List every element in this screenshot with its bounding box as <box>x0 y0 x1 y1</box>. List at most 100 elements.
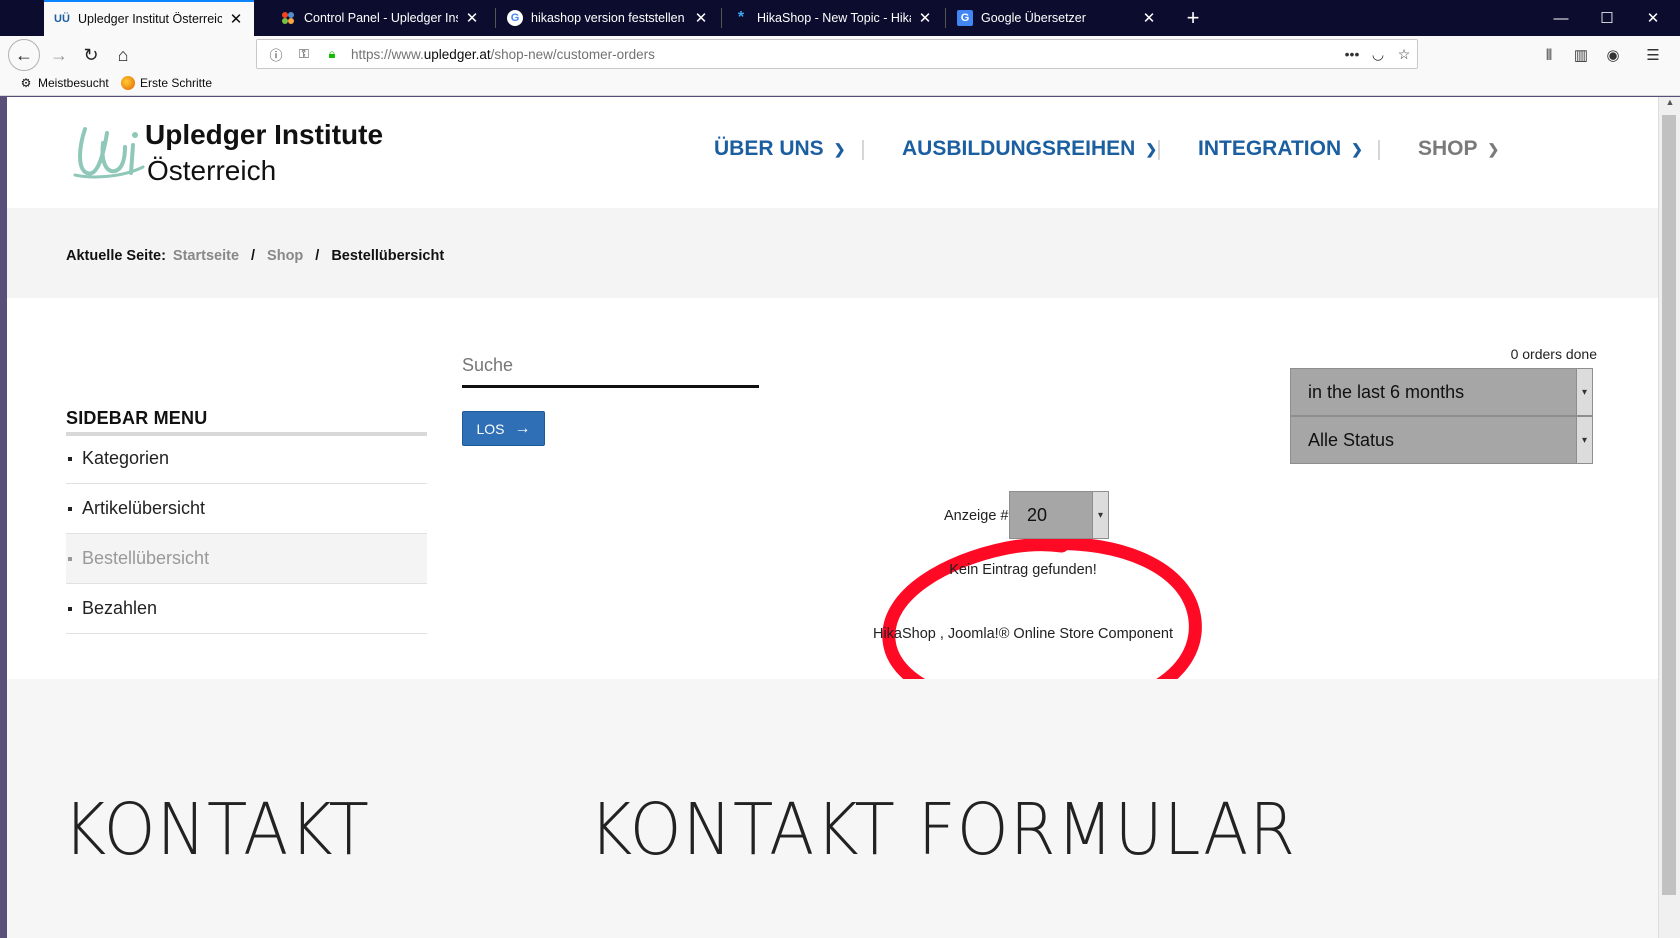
url-path: /shop-new/customer-orders <box>490 46 655 62</box>
search-button-label: LOS <box>476 420 505 437</box>
bookmark-most-visited[interactable]: ⚙ Meistbesucht <box>19 76 109 90</box>
status-filter-value: Alle Status <box>1308 429 1395 450</box>
breadcrumb-separator: / <box>315 248 320 264</box>
arrow-right-icon: → <box>514 419 531 437</box>
bookmark-label: Meistbesucht <box>38 76 109 90</box>
chevron-down-icon[interactable]: ▾ <box>1576 369 1592 415</box>
breadcrumb-link-startseite[interactable]: Startseite <box>173 248 239 264</box>
pocket-icon[interactable]: ◡ <box>1365 46 1391 63</box>
sidebar-item-label: Artikelübersicht <box>82 498 206 518</box>
info-icon[interactable]: ⓘ <box>267 45 285 64</box>
home-icon[interactable]: ⌂ <box>109 41 137 69</box>
sidebar-item-artikeluebersicht[interactable]: Artikelübersicht <box>66 484 427 534</box>
page-scrollbar[interactable]: ▲ <box>1658 97 1680 938</box>
browser-navigation-bar: ← → ↻ ⌂ ⓘ ⚿ 🔒︎ https://www.upledger.at/s… <box>0 36 1680 72</box>
scrollbar-thumb[interactable] <box>1662 115 1676 895</box>
sidebar-item-bezahlen[interactable]: Bezahlen <box>66 584 427 634</box>
close-tab-icon[interactable]: ✕ <box>464 9 480 27</box>
bookmark-star-icon[interactable]: ☆ <box>1391 46 1417 63</box>
maximize-window-icon[interactable]: ☐ <box>1584 0 1630 36</box>
url-domain: upledger.at <box>423 46 491 62</box>
contact-heading: KONTAKT <box>63 787 370 872</box>
browser-tab-control-panel[interactable]: Control Panel - Upledger Institu ✕ <box>270 0 490 36</box>
bookmarks-bar: ⚙ Meistbesucht Erste Schritte <box>0 72 1680 96</box>
contact-form-heading: KONTAKT FORMULAR <box>589 787 1297 872</box>
upledger-logo-icon[interactable] <box>73 117 145 183</box>
nav-item-shop[interactable]: SHOP ❯ <box>1418 137 1499 161</box>
close-tab-icon[interactable]: ✕ <box>693 9 709 27</box>
google-translate-icon: G <box>957 10 973 26</box>
tab-separator <box>945 8 946 28</box>
url-text[interactable]: https://www.upledger.at/shop-new/custome… <box>351 47 1339 62</box>
minimize-window-icon[interactable]: — <box>1538 0 1584 36</box>
sidebar-toggle-icon[interactable]: ▥ <box>1568 42 1594 68</box>
upledger-favicon-icon: UÜ <box>54 13 70 25</box>
close-tab-icon[interactable]: ✕ <box>1141 9 1157 27</box>
nav-item-ausbildungsreihen[interactable]: AUSBILDUNGSREIHEN ❯ <box>902 137 1157 161</box>
nav-divider <box>862 140 864 160</box>
status-filter-select[interactable]: Alle Status ▾ <box>1290 416 1593 464</box>
browser-tab-bar: UÜ Upledger Institut Österreich - B ✕ Co… <box>0 0 1680 36</box>
library-icon[interactable]: ⫴ <box>1536 42 1562 68</box>
sidebar-item-kategorien[interactable]: Kategorien <box>66 434 427 484</box>
scroll-up-icon[interactable]: ▲ <box>1663 97 1677 113</box>
chevron-down-icon[interactable]: ▾ <box>1092 492 1108 538</box>
bullet-icon <box>68 606 72 611</box>
page-actions-icon[interactable]: ••• <box>1339 46 1365 62</box>
tab-title: Google Übersetzer <box>981 11 1086 25</box>
search-input[interactable] <box>462 346 759 388</box>
chevron-down-icon: ❯ <box>1351 140 1363 157</box>
reload-icon[interactable]: ↻ <box>77 41 105 69</box>
hikashop-credit[interactable]: HikaShop , Joomla!® Online Store Compone… <box>827 626 1219 642</box>
joomla-icon <box>280 10 296 26</box>
menu-hamburger-icon[interactable]: ☰ <box>1640 42 1666 68</box>
search-submit-button[interactable]: LOS → <box>462 411 545 446</box>
nav-label: AUSBILDUNGSREIHEN <box>902 137 1136 160</box>
breadcrumb-label: Aktuelle Seite: <box>66 248 166 264</box>
tab-separator <box>721 8 722 28</box>
tab-title: Control Panel - Upledger Institu <box>304 11 458 25</box>
sidebar-title: SIDEBAR MENU <box>66 408 208 428</box>
close-window-icon[interactable]: ✕ <box>1630 0 1676 36</box>
site-logo-title[interactable]: Upledger Institute <box>145 119 383 151</box>
bookmark-getting-started[interactable]: Erste Schritte <box>121 76 212 90</box>
bullet-icon <box>68 456 72 461</box>
account-icon[interactable]: ◉ <box>1600 42 1626 68</box>
lock-icon[interactable]: 🔒︎ <box>323 46 341 62</box>
google-icon: G <box>507 10 523 26</box>
forward-arrow-icon[interactable]: → <box>45 41 73 69</box>
site-logo-subtitle[interactable]: Österreich <box>147 155 276 187</box>
key-icon[interactable]: ⚿ <box>295 46 313 62</box>
url-bar[interactable]: ⓘ ⚿ 🔒︎ https://www.upledger.at/shop-new/… <box>256 39 1418 69</box>
tab-separator <box>495 8 496 28</box>
hikashop-star-icon: * <box>737 9 745 26</box>
new-tab-plus-icon[interactable]: + <box>1176 0 1210 36</box>
breadcrumb-separator: / <box>251 248 256 264</box>
nav-divider <box>1378 140 1380 160</box>
chevron-down-icon: ❯ <box>1487 140 1500 157</box>
close-tab-icon[interactable]: ✕ <box>228 10 244 28</box>
sidebar-item-bestelluebersicht[interactable]: Bestellübersicht <box>66 534 427 584</box>
nav-divider <box>1158 140 1160 160</box>
gear-icon: ⚙ <box>20 76 32 90</box>
bullet-icon <box>68 506 72 511</box>
display-count-select[interactable]: 20 ▾ <box>1009 491 1109 539</box>
site-header: Upledger Institute Österreich ÜBER UNS ❯ … <box>7 97 1658 208</box>
chevron-down-icon[interactable]: ▾ <box>1576 417 1592 463</box>
browser-tab-hikashop-forum[interactable]: * HikaShop - New Topic - HikaSh ✕ <box>723 0 943 36</box>
tab-title: hikashop version feststellen - G <box>531 11 687 25</box>
tab-title: Upledger Institut Österreich - B <box>78 12 222 26</box>
empty-result-message: Kein Eintrag gefunden! <box>949 562 1097 578</box>
browser-tab-upledger[interactable]: UÜ Upledger Institut Österreich - B ✕ <box>44 0 254 36</box>
page-viewport: Upledger Institute Österreich ÜBER UNS ❯ … <box>7 97 1658 938</box>
firefox-icon <box>121 76 135 90</box>
nav-item-integration[interactable]: INTEGRATION ❯ <box>1198 137 1363 161</box>
back-arrow-icon[interactable]: ← <box>8 39 40 71</box>
display-count-value: 20 <box>1027 504 1048 525</box>
close-tab-icon[interactable]: ✕ <box>917 9 933 27</box>
nav-item-ueber-uns[interactable]: ÜBER UNS ❯ <box>714 137 845 161</box>
breadcrumb-link-shop[interactable]: Shop <box>267 248 303 264</box>
browser-tab-google-search[interactable]: G hikashop version feststellen - G ✕ <box>497 0 719 36</box>
browser-tab-google-translate[interactable]: G Google Übersetzer ✕ <box>947 0 1167 36</box>
period-filter-select[interactable]: in the last 6 months ▾ <box>1290 368 1593 416</box>
